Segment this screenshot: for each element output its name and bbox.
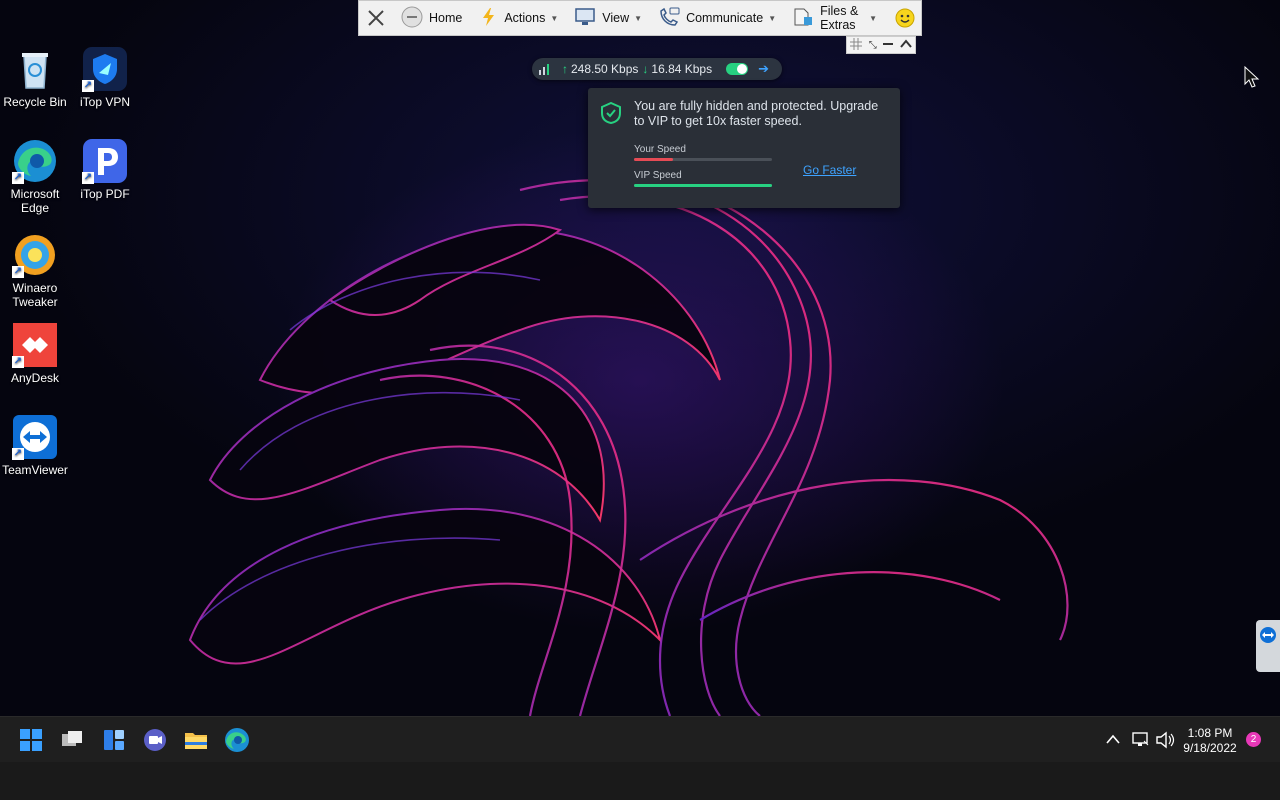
teamviewer-small-icon — [1259, 626, 1277, 649]
view-menu[interactable]: View ▼ — [568, 1, 648, 35]
bottom-strip — [0, 762, 1280, 800]
desktop-icon-microsoft-edge[interactable]: ↗ Microsoft Edge — [0, 138, 70, 215]
arrow-right-icon[interactable]: ➔ — [758, 61, 769, 77]
monitor-icon — [574, 7, 596, 30]
file-explorer-icon[interactable] — [182, 726, 210, 754]
chevron-down-icon: ▼ — [768, 13, 777, 23]
teamviewer-toolbar: Home Actions ▼ View ▼ Communicate ▼ File… — [358, 0, 922, 36]
phone-chat-icon — [658, 7, 680, 30]
recycle-bin-icon — [12, 46, 58, 92]
files-extras-menu[interactable]: Files & Extras ▼ — [786, 1, 883, 35]
toolbar-mini-controls: ⤡ — [846, 36, 916, 54]
vpn-speed-pill[interactable]: ↑ 248.50 Kbps ↓ 16.84 Kbps ➔ — [532, 58, 782, 80]
desktop-icon-recycle-bin[interactable]: Recycle Bin — [0, 46, 70, 109]
shortcut-arrow-icon: ↗ — [82, 80, 94, 92]
your-speed-fill — [634, 158, 673, 161]
communicate-menu[interactable]: Communicate ▼ — [652, 1, 782, 35]
taskbar-clock[interactable]: 1:08 PM 9/18/2022 — [1180, 726, 1240, 756]
teamviewer-icon: ↗ — [12, 414, 58, 460]
itop-vpn-icon: ↗ — [82, 46, 128, 92]
files-icon — [792, 7, 814, 30]
desktop-icon-label: iTop PDF — [80, 187, 130, 201]
lightning-icon — [480, 7, 498, 30]
home-icon — [401, 6, 423, 31]
start-icon[interactable] — [17, 726, 45, 754]
upload-arrow-icon: ↑ — [562, 62, 568, 76]
clock-time: 1:08 PM — [1187, 726, 1233, 740]
actions-label: Actions — [504, 11, 546, 25]
task-view-icon[interactable] — [58, 726, 86, 754]
go-faster-link[interactable]: Go Faster — [803, 163, 856, 177]
vpn-message: You are fully hidden and protected. Upgr… — [634, 99, 879, 128]
notification-badge[interactable]: 2 — [1246, 732, 1261, 747]
widgets-icon[interactable] — [100, 726, 128, 754]
taskbar: 1:08 PM 9/18/2022 — [0, 716, 1280, 763]
smiley-icon[interactable] — [889, 1, 921, 35]
mouse-pointer-icon — [1244, 65, 1260, 93]
vpn-toggle[interactable] — [726, 63, 749, 75]
teamviewer-side-tab[interactable] — [1256, 620, 1280, 672]
chat-icon[interactable] — [141, 726, 169, 754]
edge-icon[interactable] — [223, 726, 251, 754]
edge-icon: ↗ — [12, 138, 58, 184]
upload-speed: 248.50 Kbps — [571, 62, 639, 76]
desktop-icon-anydesk[interactable]: ↗ AnyDesk — [0, 322, 70, 385]
desktop-icon-winaero-tweaker[interactable]: ↗ Winaero Tweaker — [0, 232, 70, 309]
desktop-icon-itop-vpn[interactable]: ↗ iTop VPN — [70, 46, 140, 109]
desktop-icon-label: Winaero Tweaker — [12, 281, 58, 309]
desktop-icon-label: Microsoft Edge — [10, 187, 60, 215]
download-speed: 16.84 Kbps — [651, 62, 713, 76]
shortcut-arrow-icon: ↗ — [12, 266, 24, 278]
vip-speed-label: VIP Speed — [634, 170, 682, 181]
collapse-arrows-icon[interactable]: ⤡ — [869, 40, 877, 51]
chevron-down-icon: ▼ — [869, 13, 877, 23]
chevron-down-icon: ▼ — [634, 13, 643, 23]
communicate-label: Communicate — [686, 11, 764, 25]
desktop-icon-itop-pdf[interactable]: ↗ iTop PDF — [70, 138, 140, 201]
shortcut-arrow-icon: ↗ — [12, 172, 24, 184]
minimize-icon[interactable] — [883, 39, 894, 52]
chevron-up-icon[interactable] — [899, 38, 912, 52]
shield-check-icon — [600, 101, 622, 129]
clock-date: 9/18/2022 — [1183, 741, 1237, 755]
view-label: View — [602, 11, 630, 25]
actions-menu[interactable]: Actions ▼ — [474, 1, 564, 35]
vpn-upgrade-popup: You are fully hidden and protected. Upgr… — [588, 88, 900, 208]
desktop-icon-label: AnyDesk — [10, 371, 60, 385]
vip-speed-fill — [634, 184, 772, 187]
vip-speed-bar — [634, 184, 772, 187]
shortcut-arrow-icon: ↗ — [12, 448, 24, 460]
signal-icon — [538, 62, 552, 76]
desktop-icon-label: TeamViewer — [2, 463, 68, 477]
itop-pdf-icon: ↗ — [82, 138, 128, 184]
your-speed-bar — [634, 158, 772, 161]
files-extras-label: Files & Extras — [820, 4, 859, 32]
desktop-icon-label: iTop VPN — [79, 95, 131, 109]
grid-icon[interactable] — [850, 37, 863, 53]
home-label: Home — [429, 11, 463, 25]
chevron-down-icon: ▼ — [550, 13, 559, 23]
shortcut-arrow-icon: ↗ — [82, 172, 94, 184]
desktop: Recycle Bin ↗ iTop VPN ↗ Microsoft Edge … — [0, 0, 1280, 716]
home-button[interactable]: Home — [395, 1, 468, 35]
download-arrow-icon: ↓ — [642, 62, 649, 76]
your-speed-label: Your Speed — [634, 144, 686, 155]
anydesk-icon: ↗ — [12, 322, 58, 368]
desktop-icon-teamviewer[interactable]: ↗ TeamViewer — [0, 414, 70, 477]
close-icon[interactable] — [359, 1, 395, 35]
shortcut-arrow-icon: ↗ — [12, 356, 24, 368]
desktop-icon-label: Recycle Bin — [3, 95, 67, 109]
winaero-tweaker-icon: ↗ — [12, 232, 58, 278]
